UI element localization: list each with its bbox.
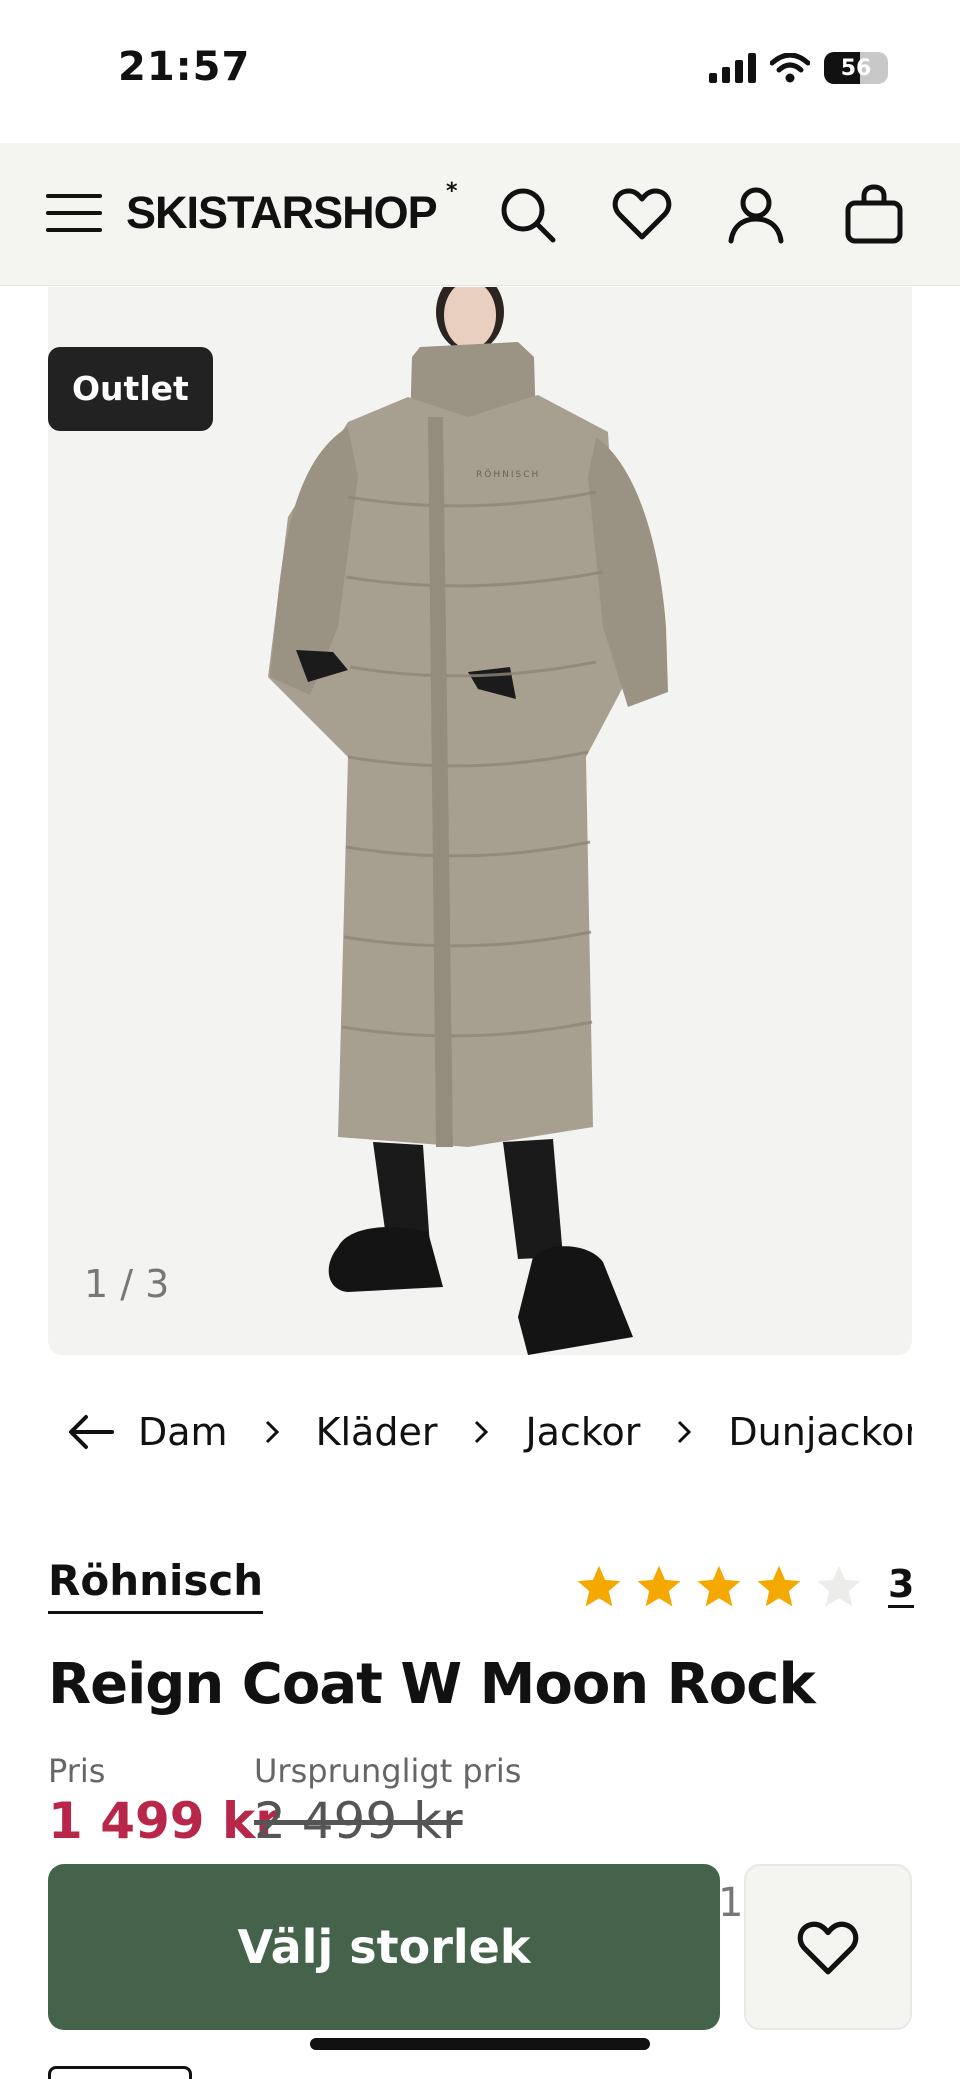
breadcrumb-item-klader[interactable]: Kläder bbox=[316, 1410, 438, 1454]
chevron-right-icon bbox=[640, 1417, 728, 1447]
wifi-icon bbox=[770, 53, 810, 83]
heart-icon bbox=[797, 1921, 859, 1975]
home-indicator[interactable] bbox=[310, 2038, 650, 2050]
star-icon bbox=[697, 1565, 741, 1607]
select-size-button[interactable]: Välj storlek bbox=[48, 1864, 720, 2030]
breadcrumb-item-jackor[interactable]: Jackor bbox=[525, 1410, 640, 1454]
user-icon[interactable] bbox=[724, 183, 788, 247]
review-count[interactable]: 3 bbox=[888, 1563, 915, 1608]
star-icon bbox=[637, 1565, 681, 1607]
status-time: 21:57 bbox=[118, 44, 251, 90]
original-price-label: Ursprungligt pris bbox=[254, 1752, 522, 1790]
breadcrumb: Dam Kläder Jackor Dunjackor bbox=[48, 1400, 912, 1464]
product-title: Reign Coat W Moon Rock bbox=[48, 1652, 816, 1717]
status-bar: 21:57 56 bbox=[0, 0, 960, 143]
star-icon bbox=[577, 1565, 621, 1607]
product-gallery[interactable]: RÖHNISCH Outlet 1 / 3 bbox=[48, 287, 912, 1355]
thumbnail-peek[interactable] bbox=[48, 2066, 192, 2079]
outlet-badge: Outlet bbox=[48, 347, 213, 431]
sale-price: 1 499 kr bbox=[48, 1792, 280, 1850]
chevron-right-icon bbox=[437, 1417, 525, 1447]
status-icons: 56 bbox=[709, 52, 888, 84]
heart-icon[interactable] bbox=[610, 183, 674, 247]
chevron-right-icon bbox=[228, 1417, 316, 1447]
price-label: Pris bbox=[48, 1752, 106, 1790]
product-image: RÖHNISCH bbox=[268, 287, 668, 1355]
breadcrumb-item-dam[interactable]: Dam bbox=[138, 1410, 228, 1454]
signal-icon bbox=[709, 53, 756, 83]
site-header: SKISTARSHOP * bbox=[0, 143, 960, 286]
battery-percentage: 56 bbox=[840, 55, 872, 81]
original-price: 2 499 kr bbox=[254, 1792, 463, 1850]
brand-link[interactable]: Röhnisch bbox=[48, 1556, 264, 1614]
star-rating[interactable] bbox=[574, 1562, 864, 1612]
search-icon[interactable] bbox=[496, 183, 560, 247]
back-button[interactable] bbox=[48, 1400, 138, 1464]
star-icon bbox=[817, 1565, 861, 1607]
logo-mark: * bbox=[446, 179, 458, 204]
menu-icon[interactable] bbox=[46, 190, 102, 236]
arrow-left-icon bbox=[69, 1415, 114, 1449]
battery-icon: 56 bbox=[824, 52, 888, 84]
favorite-button[interactable] bbox=[744, 1864, 912, 2030]
breadcrumb-item-dunjackor[interactable]: Dunjackor bbox=[728, 1410, 912, 1454]
bag-icon[interactable] bbox=[842, 183, 906, 247]
image-counter: 1 / 3 bbox=[84, 1262, 170, 1306]
peek-text: 1 bbox=[718, 1880, 744, 1926]
logo[interactable]: SKISTARSHOP bbox=[126, 187, 438, 239]
star-icon bbox=[757, 1565, 801, 1607]
svg-text:RÖHNISCH: RÖHNISCH bbox=[476, 469, 540, 480]
